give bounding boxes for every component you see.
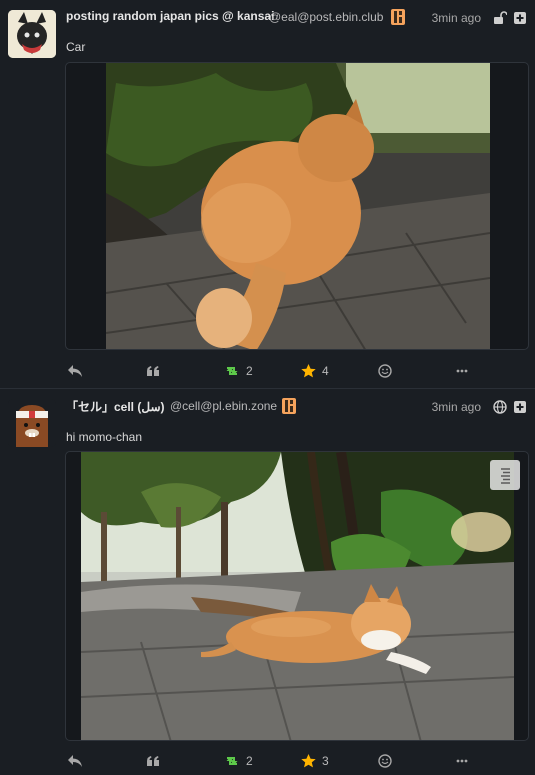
expand-icon[interactable] (513, 400, 527, 414)
retweet-icon (226, 367, 238, 375)
avatar[interactable] (8, 10, 56, 58)
smile-icon (378, 754, 392, 768)
star-icon (301, 364, 316, 378)
more-options-button[interactable] (456, 751, 468, 771)
ellipsis-icon (456, 369, 468, 373)
favorite-count: 3 (322, 754, 329, 768)
reply-button[interactable] (68, 361, 82, 381)
favorite-button[interactable]: 3 (301, 751, 329, 771)
unlock-icon (493, 11, 508, 25)
globe-icon (493, 400, 507, 414)
retweet-icon (226, 757, 238, 765)
retweet-button[interactable]: 2 (224, 361, 253, 381)
star-icon (301, 754, 316, 768)
favorite-count: 4 (322, 364, 329, 378)
display-name[interactable]: 「セル」cell (سل) (66, 398, 165, 415)
reply-icon (68, 755, 82, 767)
instance-badge (282, 398, 296, 414)
status-post: posting random japan pics @ kansai @eal@… (0, 0, 535, 388)
emoji-reaction-button[interactable] (378, 361, 392, 381)
status-text: hi momo-chan (66, 430, 143, 444)
display-name[interactable]: posting random japan pics @ kansai (66, 9, 274, 23)
status-text: Car (66, 40, 86, 54)
avatar[interactable] (8, 399, 56, 447)
media-attachment[interactable] (65, 451, 529, 741)
instance-badge (391, 9, 405, 25)
ellipsis-icon (456, 759, 468, 763)
emoji-reaction-button[interactable] (378, 751, 392, 771)
timestamp[interactable]: 3min ago (432, 11, 481, 25)
expand-icon[interactable] (513, 11, 527, 25)
retweet-count: 2 (246, 364, 253, 378)
user-handle[interactable]: @eal@post.ebin.club (269, 10, 383, 24)
quote-button[interactable] (147, 751, 159, 771)
media-attachment[interactable] (65, 62, 529, 350)
cat-photo[interactable] (81, 452, 514, 740)
status-post: 「セル」cell (سل) @cell@pl.ebin.zone 3min ag… (0, 388, 535, 775)
quote-icon (147, 756, 159, 766)
menu-icon (501, 468, 510, 484)
user-handle[interactable]: @cell@pl.ebin.zone (170, 399, 277, 413)
timestamp[interactable]: 3min ago (432, 400, 481, 414)
image-menu-button[interactable] (490, 460, 520, 490)
quote-icon (147, 366, 159, 376)
reply-button[interactable] (68, 751, 82, 771)
smile-icon (378, 364, 392, 378)
retweet-button[interactable]: 2 (224, 751, 253, 771)
more-options-button[interactable] (456, 361, 468, 381)
quote-button[interactable] (147, 361, 159, 381)
cat-photo[interactable] (106, 63, 490, 349)
retweet-count: 2 (246, 754, 253, 768)
reply-icon (68, 365, 82, 377)
favorite-button[interactable]: 4 (301, 361, 329, 381)
